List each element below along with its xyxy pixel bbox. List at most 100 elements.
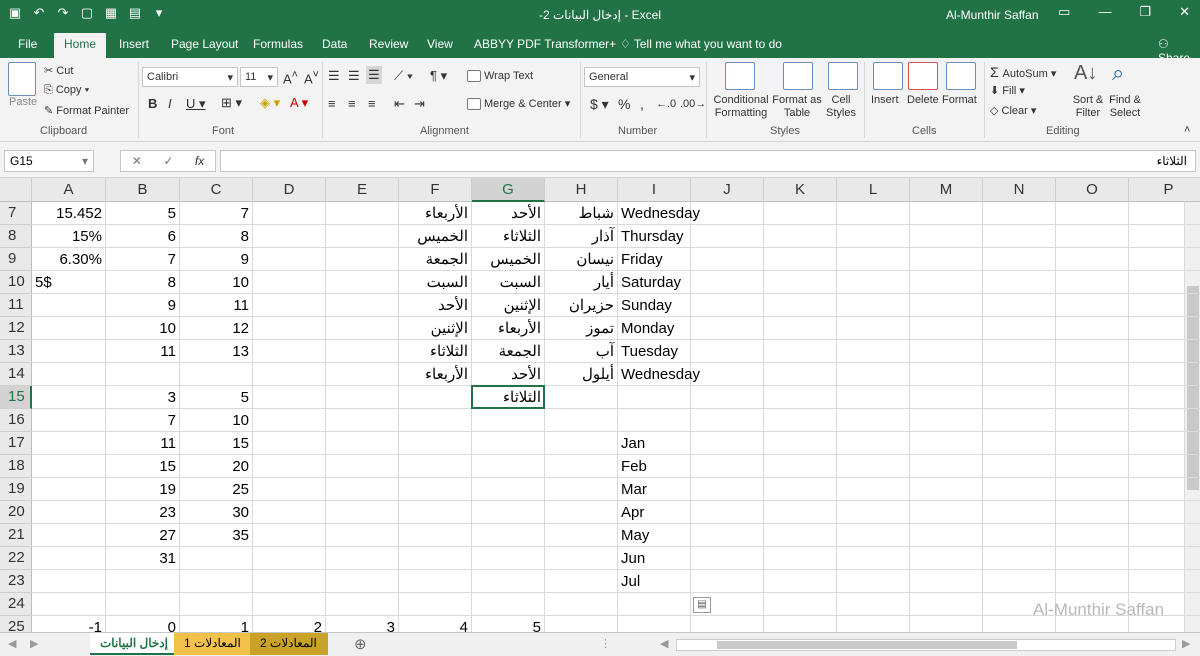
cell-c18[interactable]: 20: [180, 455, 253, 478]
cell-i11[interactable]: Sunday: [618, 294, 691, 317]
format-cells-button[interactable]: Format: [942, 94, 977, 106]
column-header-i[interactable]: I: [618, 178, 691, 202]
sort-filter-button[interactable]: Sort & Filter: [1068, 94, 1108, 120]
row-header-23[interactable]: 23: [0, 570, 32, 593]
cell-h7[interactable]: شباط: [545, 202, 618, 225]
tab-review[interactable]: Review: [369, 37, 408, 51]
tab-page-layout[interactable]: Page Layout: [171, 37, 238, 51]
cell-b10[interactable]: 8: [106, 271, 180, 294]
tab-data[interactable]: Data: [322, 37, 347, 51]
cell-i18[interactable]: Feb: [618, 455, 691, 478]
copy-button[interactable]: ⎘ Copy ▾: [44, 84, 89, 97]
cell-b25[interactable]: 0: [106, 616, 180, 632]
cell-f13[interactable]: الثلاثاء: [399, 340, 472, 363]
ribbon-options-icon[interactable]: ▭: [1058, 4, 1070, 20]
cell-b19[interactable]: 19: [106, 478, 180, 501]
cell-b13[interactable]: 11: [106, 340, 180, 363]
cell-i13[interactable]: Tuesday: [618, 340, 691, 363]
cell-i9[interactable]: Friday: [618, 248, 691, 271]
row-header-10[interactable]: 10: [0, 271, 32, 294]
column-header-h[interactable]: H: [545, 178, 618, 202]
conditional-formatting-button[interactable]: Conditional Formatting: [710, 94, 772, 120]
grow-font-icon[interactable]: A˄: [283, 69, 298, 86]
cell-c12[interactable]: 12: [180, 317, 253, 340]
delete-cells-button[interactable]: Delete: [907, 94, 939, 106]
row-header-11[interactable]: 11: [0, 294, 32, 317]
sheet-tab-data-entry[interactable]: إدخال البيانات: [90, 633, 179, 655]
scroll-right-icon[interactable]: ▶: [30, 637, 38, 650]
clear-button[interactable]: ◇ Clear ▾: [990, 104, 1036, 117]
cell-g13[interactable]: الجمعة: [472, 340, 545, 363]
column-header-c[interactable]: C: [180, 178, 253, 202]
cell-g14[interactable]: الأحد: [472, 363, 545, 386]
cell-g9[interactable]: الخميس: [472, 248, 545, 271]
cell-h9[interactable]: نيسان: [545, 248, 618, 271]
fill-button[interactable]: ⬇ Fill ▾: [990, 84, 1025, 97]
cell-i10[interactable]: Saturday: [618, 271, 691, 294]
cell-g12[interactable]: الأربعاء: [472, 317, 545, 340]
cell-d25[interactable]: 2: [253, 616, 326, 632]
cell-c17[interactable]: 15: [180, 432, 253, 455]
increase-decimal-icon[interactable]: ←.0: [656, 98, 676, 110]
decrease-indent-icon[interactable]: ⇤: [394, 96, 405, 112]
cell-c11[interactable]: 11: [180, 294, 253, 317]
cell-c16[interactable]: 10: [180, 409, 253, 432]
auto-fill-options-icon[interactable]: ▤: [693, 597, 711, 613]
tab-insert[interactable]: Insert: [119, 37, 149, 51]
horizontal-scrollbar[interactable]: [676, 639, 1176, 651]
cell-f10[interactable]: السبت: [399, 271, 472, 294]
cell-f14[interactable]: الأربعاء: [399, 363, 472, 386]
column-header-l[interactable]: L: [837, 178, 910, 202]
cell-g10[interactable]: السبت: [472, 271, 545, 294]
cell-g11[interactable]: الإثنين: [472, 294, 545, 317]
cell-f8[interactable]: الخميس: [399, 225, 472, 248]
merge-center-button[interactable]: Merge & Center ▾: [467, 97, 570, 111]
cell-b15[interactable]: 3: [106, 386, 180, 409]
cell-i22[interactable]: Jun: [618, 547, 691, 570]
cell-a9[interactable]: 6.30%: [32, 248, 106, 271]
cell-a8[interactable]: 15%: [32, 225, 106, 248]
cell-e25[interactable]: 3: [326, 616, 399, 632]
cell-c21[interactable]: 35: [180, 524, 253, 547]
cell-i20[interactable]: Apr: [618, 501, 691, 524]
collapse-ribbon-icon[interactable]: ˄: [1184, 124, 1190, 136]
sheet-tab-formulas-1[interactable]: المعادلات 1: [174, 633, 252, 655]
insert-function-icon[interactable]: fx: [195, 154, 204, 168]
rtl-icon[interactable]: ¶ ▾: [430, 68, 447, 84]
cell-h13[interactable]: آب: [545, 340, 618, 363]
align-middle-icon[interactable]: ☰: [348, 68, 360, 84]
cell-b20[interactable]: 23: [106, 501, 180, 524]
increase-indent-icon[interactable]: ⇥: [414, 96, 425, 112]
row-header-20[interactable]: 20: [0, 501, 32, 524]
minimize-icon[interactable]: —: [1098, 4, 1111, 20]
row-header-15[interactable]: 15: [0, 386, 32, 409]
orientation-icon[interactable]: ⟋ ▾: [394, 68, 413, 84]
borders-icon[interactable]: ⊞ ▾: [221, 95, 242, 111]
cell-i17[interactable]: Jan: [618, 432, 691, 455]
cell-c19[interactable]: 25: [180, 478, 253, 501]
cell-a25[interactable]: -1: [32, 616, 106, 632]
format-painter-button[interactable]: ✎ Format Painter: [44, 104, 129, 117]
hscroll-thumb[interactable]: [717, 641, 1017, 649]
cell-f25[interactable]: 4: [399, 616, 472, 632]
wrap-text-button[interactable]: Wrap Text: [467, 70, 533, 83]
format-as-table-button[interactable]: Format as Table: [772, 94, 822, 120]
paste-button[interactable]: Paste: [9, 96, 37, 108]
font-color-icon[interactable]: A ▾: [290, 95, 308, 111]
cell-h11[interactable]: حزيران: [545, 294, 618, 317]
column-header-o[interactable]: O: [1056, 178, 1129, 202]
enter-icon[interactable]: ✓: [163, 154, 173, 168]
percent-icon[interactable]: %: [618, 96, 630, 112]
column-header-f[interactable]: F: [399, 178, 472, 202]
tab-view[interactable]: View: [427, 37, 453, 51]
row-header-25[interactable]: 25: [0, 616, 32, 632]
row-header-18[interactable]: 18: [0, 455, 32, 478]
cell-h12[interactable]: تموز: [545, 317, 618, 340]
align-top-icon[interactable]: ☰: [328, 68, 340, 84]
cell-b18[interactable]: 15: [106, 455, 180, 478]
tell-me-search[interactable]: ♢ Tell me what you want to do: [620, 37, 782, 51]
column-header-a[interactable]: A: [32, 178, 106, 202]
cell-i23[interactable]: Jul: [618, 570, 691, 593]
column-header-k[interactable]: K: [764, 178, 837, 202]
tab-splitter-icon[interactable]: ⋮: [600, 637, 611, 650]
